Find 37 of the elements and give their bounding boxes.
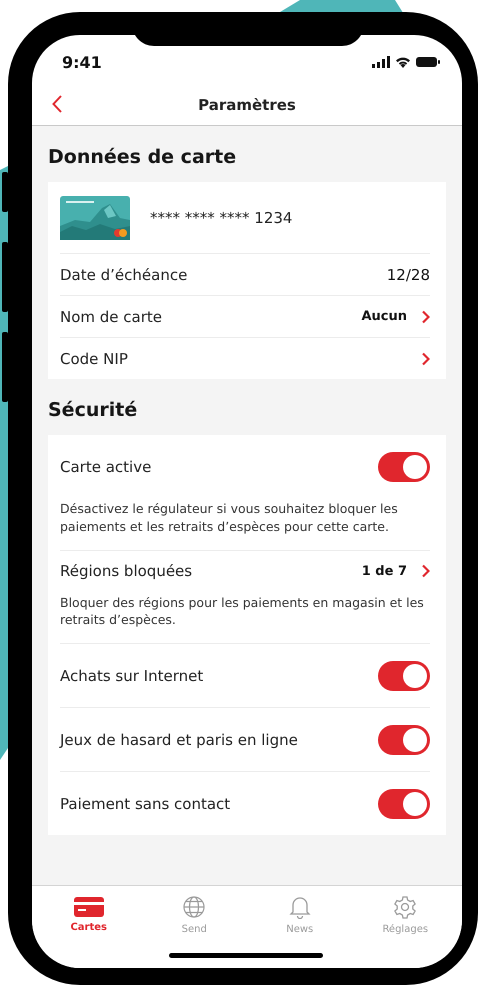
setting-description: Bloquer des régions pour les paiements en magasin et les retraits d’espèces. [60,594,425,630]
signal-icon [372,56,390,68]
toggle-switch[interactable] [378,452,430,482]
setting-label: Nom de carte [60,308,164,326]
setting-value: 12/28 [386,266,430,284]
toggle-switch[interactable] [378,788,430,818]
setting-description: Désactivez le régulateur si vous souhaitez bloquer les paiements et les retraits d’espèces pour cette carte. [60,500,399,536]
chevron-right-icon[interactable] [421,310,430,324]
section-title: Sécurité [48,398,138,423]
section-title: Données de carte [48,145,236,170]
battery-icon [416,56,440,68]
globe-icon [182,895,206,919]
setting-label: Date d’échéance [60,266,188,284]
setting-value: 1 de 7 [362,564,407,578]
setting-value: Aucun [361,309,407,324]
tab-item[interactable]: Réglages [352,893,458,937]
chevron-right-icon[interactable] [421,564,430,578]
toggle-switch[interactable] [378,660,430,690]
back-icon [52,95,62,113]
status-time: 9:41 [62,52,102,72]
screen-title: Paramètres [198,96,296,114]
credit-card-icon [74,895,104,917]
toggle-switch[interactable] [378,724,430,754]
setting-label: Code NIP [60,350,129,368]
card-number: **** **** **** 1234 [150,208,292,226]
setting-label: Jeux de hasard et paris en ligne [60,730,299,748]
tab-item[interactable]: News [247,893,352,937]
setting-label: Achats sur Internet [60,666,204,684]
bell-icon [288,895,311,919]
chevron-right-icon[interactable] [421,352,430,366]
setting-label: Régions bloquées [60,562,194,580]
tab-item[interactable]: Cartes [36,893,142,935]
settings-icon [393,895,418,919]
tab-item[interactable]: Send [142,893,247,937]
wifi-icon [395,56,411,68]
setting-label: Carte active [60,458,152,476]
setting-label: Paiement sans contact [60,794,232,812]
